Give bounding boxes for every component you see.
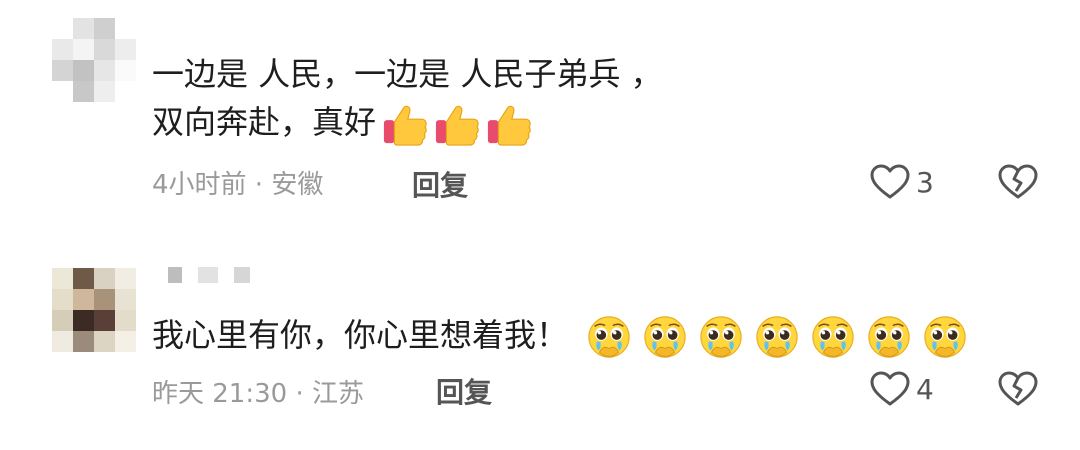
emoji-row	[382, 101, 532, 147]
comment-text-line: 一边是 人民，一边是 人民子弟兵 ，	[152, 55, 663, 93]
pleading-face-icon	[922, 314, 968, 360]
like-count: 3	[916, 165, 934, 199]
like-count: 4	[916, 372, 934, 406]
heart-icon	[870, 371, 910, 406]
comment-meta: 4小时前 · 安徽	[152, 170, 324, 200]
heart-icon	[870, 164, 910, 199]
like-button[interactable]: 4	[870, 371, 934, 407]
dislike-button[interactable]	[998, 370, 1038, 412]
avatar-mosaic	[52, 18, 136, 102]
avatar-mosaic	[52, 268, 136, 352]
reply-button[interactable]: 回复	[412, 164, 468, 204]
pleading-face-icon	[586, 314, 632, 360]
pleading-face-icon	[642, 314, 688, 360]
comment-text-line: 我心里有你，你心里想着我！	[152, 316, 569, 354]
username-blurred	[168, 267, 250, 283]
comment-meta: 昨天 21:30 · 江苏	[152, 379, 364, 409]
reply-button[interactable]: 回复	[436, 371, 492, 411]
thumbs-up-icon	[382, 101, 428, 147]
pleading-face-icon	[754, 314, 800, 360]
comment-text-line: 双向奔赴，真好	[152, 98, 663, 147]
pleading-face-icon	[866, 314, 912, 360]
emoji-row	[586, 314, 968, 360]
pleading-face-icon	[698, 314, 744, 360]
broken-heart-icon	[998, 164, 1038, 199]
thumbs-up-icon	[434, 101, 480, 147]
thumbs-up-icon	[486, 101, 532, 147]
pleading-face-icon	[810, 314, 856, 360]
like-button[interactable]: 3	[870, 164, 934, 200]
comment-text-line-2: 双向奔赴，真好	[152, 103, 377, 141]
comment-item: 一边是 人民，一边是 人民子弟兵 ， 双向奔赴，真好 4小时前 · 安徽 回复 …	[0, 0, 1080, 225]
comment-text: 我心里有你，你心里想着我！	[152, 311, 968, 360]
comment-text: 一边是 人民，一边是 人民子弟兵 ， 双向奔赴，真好	[152, 50, 663, 147]
dislike-button[interactable]	[998, 163, 1038, 205]
avatar[interactable]	[52, 18, 136, 102]
comment-item: 我心里有你，你心里想着我！ 昨天 21:30 · 江苏 回复 4	[0, 225, 1080, 450]
avatar[interactable]	[52, 268, 136, 352]
broken-heart-icon	[998, 371, 1038, 406]
